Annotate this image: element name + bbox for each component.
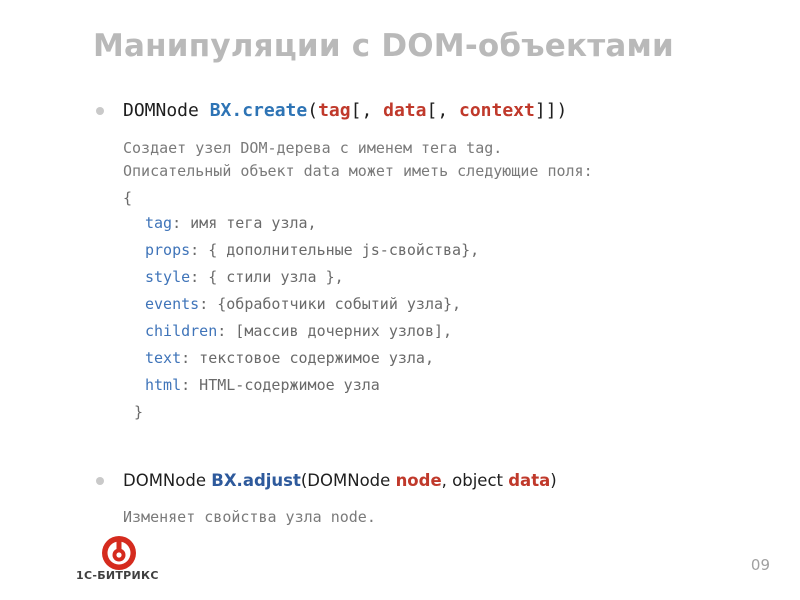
field-text: : {обработчики событий узла}, bbox=[199, 295, 462, 313]
field-text: : { стили узла }, bbox=[190, 268, 344, 286]
slide-title: Манипуляции с DOM-объектами bbox=[93, 28, 674, 64]
field-line: text: текстовое содержимое узла, bbox=[145, 347, 434, 369]
field-line: children: [массив дочерних узлов], bbox=[145, 320, 452, 342]
paren-open: ( bbox=[307, 100, 319, 121]
return-type: DOMNode bbox=[123, 100, 199, 121]
field-text: : HTML-содержимое узла bbox=[181, 376, 380, 394]
brace-close: } bbox=[134, 403, 144, 421]
method-signature-create: DOMNode BX.create(tag[, data[, context]]… bbox=[123, 100, 567, 121]
field-text: : имя тега узла, bbox=[172, 214, 317, 232]
param-tag: tag bbox=[318, 100, 351, 121]
method-name: BX.create bbox=[209, 100, 308, 121]
field-key: style bbox=[145, 268, 191, 286]
field-line: props: { дополнительные js-свойства}, bbox=[145, 239, 479, 261]
field-key: events bbox=[145, 295, 200, 313]
method-name: BX.adjust bbox=[211, 471, 301, 490]
field-line: events: {обработчики событий узла}, bbox=[145, 293, 461, 315]
paren-close: ]]) bbox=[534, 100, 568, 121]
paren-close: ) bbox=[550, 471, 557, 490]
separator: [, bbox=[350, 100, 384, 121]
param-data: data bbox=[508, 471, 551, 490]
bullet-icon bbox=[96, 107, 104, 115]
param-node: node bbox=[395, 471, 442, 490]
return-type: DOMNode bbox=[123, 471, 206, 490]
field-text: : [массив дочерних узлов], bbox=[217, 322, 453, 340]
page-number: 09 bbox=[750, 556, 770, 574]
field-key: props bbox=[145, 241, 191, 259]
field-line: html: HTML-содержимое узла bbox=[145, 374, 380, 396]
create-description-line-1: Создает узел DOM-дерева с именем тега ta… bbox=[123, 139, 503, 157]
param-context: context bbox=[459, 100, 535, 121]
separator: [, bbox=[426, 100, 459, 121]
adjust-description: Изменяет свойства узла node. bbox=[123, 508, 376, 526]
bullet-icon bbox=[96, 477, 104, 485]
field-line: tag: имя тега узла, bbox=[145, 212, 317, 234]
logo-text: 1С-БИТРИКС bbox=[76, 569, 159, 582]
field-text: : { дополнительные js-свойства}, bbox=[190, 241, 480, 259]
separator: , object bbox=[441, 471, 509, 490]
method-signature-adjust: DOMNode BX.adjust(DOMNode node, object d… bbox=[123, 471, 557, 490]
create-description-line-2: Описательный объект data может иметь сле… bbox=[123, 162, 593, 180]
field-text: : текстовое содержимое узла, bbox=[181, 349, 434, 367]
field-line: style: { стили узла }, bbox=[145, 266, 344, 288]
field-key: html bbox=[145, 376, 182, 394]
field-key: tag bbox=[145, 214, 173, 232]
paren-open: (DOMNode bbox=[300, 471, 396, 490]
brace-open: { bbox=[123, 189, 133, 207]
field-key: text bbox=[145, 349, 182, 367]
param-data: data bbox=[383, 100, 427, 121]
field-key: children bbox=[145, 322, 218, 340]
